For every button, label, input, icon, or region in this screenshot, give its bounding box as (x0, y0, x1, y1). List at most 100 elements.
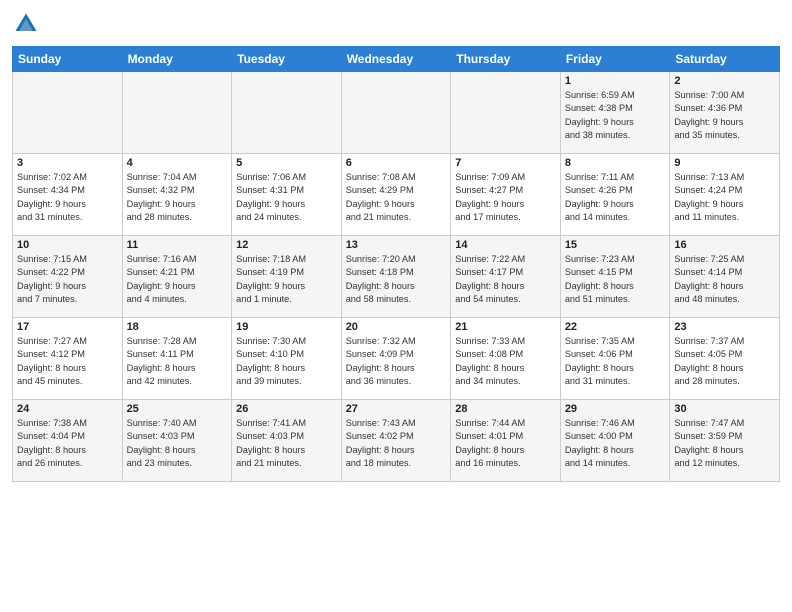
day-cell: 30Sunrise: 7:47 AM Sunset: 3:59 PM Dayli… (670, 400, 780, 482)
day-info: Sunrise: 7:41 AM Sunset: 4:03 PM Dayligh… (236, 417, 337, 470)
day-number: 11 (127, 239, 228, 251)
header-cell-tuesday: Tuesday (232, 47, 342, 72)
day-info: Sunrise: 7:43 AM Sunset: 4:02 PM Dayligh… (346, 417, 447, 470)
day-info: Sunrise: 7:04 AM Sunset: 4:32 PM Dayligh… (127, 171, 228, 224)
day-number: 21 (455, 321, 556, 333)
day-number: 15 (565, 239, 666, 251)
day-number: 23 (674, 321, 775, 333)
day-cell: 25Sunrise: 7:40 AM Sunset: 4:03 PM Dayli… (122, 400, 232, 482)
day-number: 14 (455, 239, 556, 251)
day-cell: 21 Sunrise: 7:33 AM Sunset: 4:08 PM Dayli… (451, 318, 561, 400)
day-cell (451, 72, 561, 154)
day-info: Sunrise: 7:35 AM Sunset: 4:06 PM Dayligh… (565, 335, 666, 388)
day-number: 8 (565, 157, 666, 169)
day-cell (341, 72, 451, 154)
week-row-5: 24Sunrise: 7:38 AM Sunset: 4:04 PM Dayli… (13, 400, 780, 482)
day-info: Sunrise: 7:06 AM Sunset: 4:31 PM Dayligh… (236, 171, 337, 224)
day-cell: 24Sunrise: 7:38 AM Sunset: 4:04 PM Dayli… (13, 400, 123, 482)
day-info: Sunrise: 7:02 AM Sunset: 4:34 PM Dayligh… (17, 171, 118, 224)
day-info: Sunrise: 7:23 AM Sunset: 4:15 PM Dayligh… (565, 253, 666, 306)
calendar-table: SundayMondayTuesdayWednesdayThursdayFrid… (12, 46, 780, 482)
day-cell: 11Sunrise: 7:16 AM Sunset: 4:21 PM Dayli… (122, 236, 232, 318)
header-cell-friday: Friday (560, 47, 670, 72)
day-number: 5 (236, 157, 337, 169)
day-info: Sunrise: 7:00 AM Sunset: 4:36 PM Dayligh… (674, 89, 775, 142)
week-row-2: 3 Sunrise: 7:02 AM Sunset: 4:34 PM Daylig… (13, 154, 780, 236)
day-cell: 19 Sunrise: 7:30 AM Sunset: 4:10 PM Dayli… (232, 318, 342, 400)
day-cell: 15 Sunrise: 7:23 AM Sunset: 4:15 PM Dayli… (560, 236, 670, 318)
header-cell-monday: Monday (122, 47, 232, 72)
day-number: 28 (455, 403, 556, 415)
day-number: 22 (565, 321, 666, 333)
day-info: Sunrise: 7:22 AM Sunset: 4:17 PM Dayligh… (455, 253, 556, 306)
day-number: 19 (236, 321, 337, 333)
day-cell: 14 Sunrise: 7:22 AM Sunset: 4:17 PM Dayli… (451, 236, 561, 318)
day-info: Sunrise: 7:33 AM Sunset: 4:08 PM Dayligh… (455, 335, 556, 388)
day-info: Sunrise: 7:27 AM Sunset: 4:12 PM Dayligh… (17, 335, 118, 388)
day-cell: 5 Sunrise: 7:06 AM Sunset: 4:31 PM Daylig… (232, 154, 342, 236)
day-number: 6 (346, 157, 447, 169)
day-cell: 28 Sunrise: 7:44 AM Sunset: 4:01 PM Dayli… (451, 400, 561, 482)
day-cell: 18 Sunrise: 7:28 AM Sunset: 4:11 PM Dayli… (122, 318, 232, 400)
day-info: Sunrise: 7:32 AM Sunset: 4:09 PM Dayligh… (346, 335, 447, 388)
day-info: Sunrise: 7:18 AM Sunset: 4:19 PM Dayligh… (236, 253, 337, 306)
day-cell: 9 Sunrise: 7:13 AM Sunset: 4:24 PM Daylig… (670, 154, 780, 236)
day-cell: 2 Sunrise: 7:00 AM Sunset: 4:36 PM Daylig… (670, 72, 780, 154)
day-number: 20 (346, 321, 447, 333)
day-cell: 22 Sunrise: 7:35 AM Sunset: 4:06 PM Dayli… (560, 318, 670, 400)
day-number: 4 (127, 157, 228, 169)
week-row-1: 1 Sunrise: 6:59 AM Sunset: 4:38 PM Daylig… (13, 72, 780, 154)
day-cell: 29Sunrise: 7:46 AM Sunset: 4:00 PM Dayli… (560, 400, 670, 482)
day-number: 9 (674, 157, 775, 169)
day-info: Sunrise: 7:20 AM Sunset: 4:18 PM Dayligh… (346, 253, 447, 306)
day-number: 16 (674, 239, 775, 251)
day-info: Sunrise: 7:37 AM Sunset: 4:05 PM Dayligh… (674, 335, 775, 388)
day-cell: 20 Sunrise: 7:32 AM Sunset: 4:09 PM Dayli… (341, 318, 451, 400)
day-number: 13 (346, 239, 447, 251)
day-number: 27 (346, 403, 447, 415)
day-cell (13, 72, 123, 154)
header-cell-thursday: Thursday (451, 47, 561, 72)
day-cell: 8 Sunrise: 7:11 AM Sunset: 4:26 PM Daylig… (560, 154, 670, 236)
day-cell (122, 72, 232, 154)
logo-icon (12, 10, 40, 38)
day-number: 10 (17, 239, 118, 251)
day-info: Sunrise: 7:28 AM Sunset: 4:11 PM Dayligh… (127, 335, 228, 388)
calendar-container: SundayMondayTuesdayWednesdayThursdayFrid… (0, 0, 792, 488)
day-number: 2 (674, 75, 775, 87)
day-info: Sunrise: 7:46 AM Sunset: 4:00 PM Dayligh… (565, 417, 666, 470)
day-cell: 6 Sunrise: 7:08 AM Sunset: 4:29 PM Daylig… (341, 154, 451, 236)
day-number: 18 (127, 321, 228, 333)
day-cell: 13 Sunrise: 7:20 AM Sunset: 4:18 PM Dayli… (341, 236, 451, 318)
day-cell: 3 Sunrise: 7:02 AM Sunset: 4:34 PM Daylig… (13, 154, 123, 236)
logo (12, 10, 44, 38)
day-number: 25 (127, 403, 228, 415)
day-number: 30 (674, 403, 775, 415)
header (12, 10, 780, 38)
week-row-4: 17Sunrise: 7:27 AM Sunset: 4:12 PM Dayli… (13, 318, 780, 400)
day-number: 7 (455, 157, 556, 169)
day-cell: 7 Sunrise: 7:09 AM Sunset: 4:27 PM Daylig… (451, 154, 561, 236)
day-cell: 4 Sunrise: 7:04 AM Sunset: 4:32 PM Daylig… (122, 154, 232, 236)
day-cell: 10 Sunrise: 7:15 AM Sunset: 4:22 PM Dayli… (13, 236, 123, 318)
day-info: Sunrise: 7:08 AM Sunset: 4:29 PM Dayligh… (346, 171, 447, 224)
header-row: SundayMondayTuesdayWednesdayThursdayFrid… (13, 47, 780, 72)
day-info: Sunrise: 7:25 AM Sunset: 4:14 PM Dayligh… (674, 253, 775, 306)
day-cell: 12 Sunrise: 7:18 AM Sunset: 4:19 PM Dayli… (232, 236, 342, 318)
day-cell: 27 Sunrise: 7:43 AM Sunset: 4:02 PM Dayli… (341, 400, 451, 482)
day-number: 26 (236, 403, 337, 415)
day-cell: 23 Sunrise: 7:37 AM Sunset: 4:05 PM Dayli… (670, 318, 780, 400)
day-info: Sunrise: 7:15 AM Sunset: 4:22 PM Dayligh… (17, 253, 118, 306)
day-cell: 17Sunrise: 7:27 AM Sunset: 4:12 PM Dayli… (13, 318, 123, 400)
day-info: Sunrise: 7:11 AM Sunset: 4:26 PM Dayligh… (565, 171, 666, 224)
day-number: 12 (236, 239, 337, 251)
day-cell (232, 72, 342, 154)
day-info: Sunrise: 6:59 AM Sunset: 4:38 PM Dayligh… (565, 89, 666, 142)
header-cell-saturday: Saturday (670, 47, 780, 72)
day-info: Sunrise: 7:44 AM Sunset: 4:01 PM Dayligh… (455, 417, 556, 470)
day-number: 1 (565, 75, 666, 87)
day-info: Sunrise: 7:13 AM Sunset: 4:24 PM Dayligh… (674, 171, 775, 224)
day-number: 3 (17, 157, 118, 169)
day-info: Sunrise: 7:09 AM Sunset: 4:27 PM Dayligh… (455, 171, 556, 224)
day-info: Sunrise: 7:30 AM Sunset: 4:10 PM Dayligh… (236, 335, 337, 388)
